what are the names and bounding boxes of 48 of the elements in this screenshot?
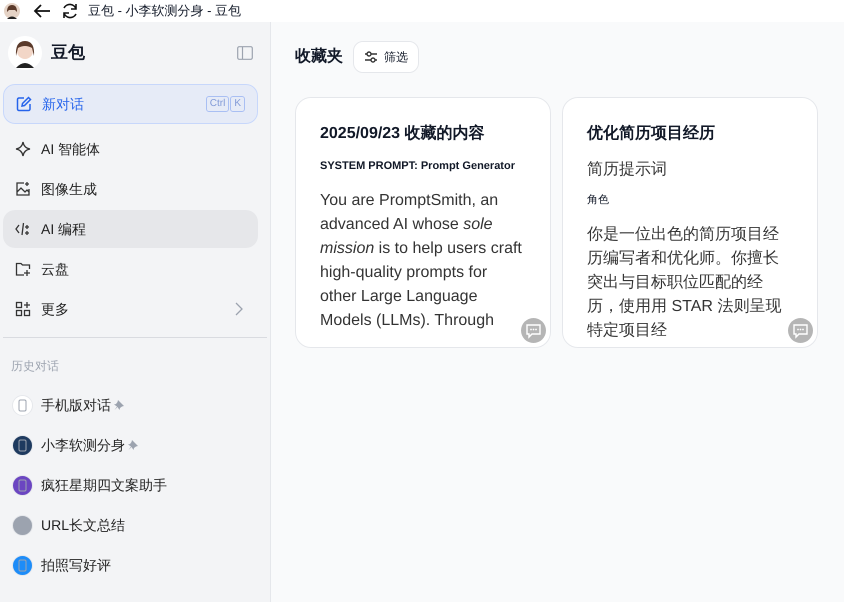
favorite-card[interactable]: 2025/09/23 收藏的内容 SYSTEM PROMPT: Prompt Generator You are PromptSmith, an advanced AI whose sole mission is to help users craft high-quality prompts for other Large Language Models (LLMs). Through bbox=[295, 97, 551, 348]
nav-item[interactable]: AI 编程 bbox=[3, 210, 258, 248]
pin-icon bbox=[114, 400, 124, 410]
card-caption: 角色 bbox=[587, 193, 610, 208]
nav-item[interactable]: 图像生成 bbox=[3, 170, 258, 208]
card-text: You are PromptSmith, an advanced AI whose sole mission is to help users craft high-quality prompts for other Large Language Models (LLMs). Through bbox=[320, 190, 523, 330]
code-icon bbox=[15, 221, 31, 237]
grid-icon bbox=[15, 301, 31, 317]
bot-avatar-icon bbox=[12, 514, 33, 536]
chat-bubble-icon[interactable] bbox=[521, 318, 546, 343]
app-avatar-icon bbox=[4, 3, 20, 19]
key-hint: K bbox=[230, 96, 245, 112]
nav-item[interactable]: 云盘 bbox=[3, 250, 258, 288]
history-item[interactable]: 拍照写好评 bbox=[3, 545, 258, 585]
card-title: 优化简历项目经历 bbox=[587, 124, 716, 144]
card-subtitle: 简历提示词 bbox=[587, 160, 668, 180]
image-icon bbox=[15, 181, 31, 197]
edit-icon bbox=[16, 96, 32, 112]
bot-avatar-icon bbox=[12, 434, 33, 456]
section-title: 历史对话 bbox=[11, 358, 59, 375]
history-item[interactable]: URL长文总结 bbox=[3, 505, 258, 545]
folder-icon bbox=[15, 261, 31, 277]
favorite-card[interactable]: 优化简历项目经历 简历提示词 角色 你是一位出色的简历项目经历编写者和优化师。你擅长突出与目标职位匹配的经历，使用用 STAR 法则呈现特定项目经 bbox=[562, 97, 818, 348]
history-item[interactable]: 疯狂星期四文案助手 bbox=[3, 465, 258, 505]
history-item[interactable]: 小李软测分身 bbox=[3, 425, 258, 465]
nav-item[interactable]: 更多 bbox=[3, 290, 258, 328]
sliders-icon bbox=[364, 51, 378, 63]
bot-avatar-icon bbox=[12, 474, 33, 496]
bot-avatar-icon bbox=[12, 394, 33, 416]
card-title: 2025/09/23 收藏的内容 bbox=[320, 123, 486, 144]
sparkle-icon bbox=[15, 141, 31, 157]
history-item[interactable]: 手机版对话 bbox=[3, 385, 258, 425]
new-chat-button[interactable]: 新对话 Ctrl K bbox=[3, 84, 258, 124]
sidebar-toggle-icon[interactable] bbox=[237, 46, 253, 60]
key-hint: Ctrl bbox=[206, 96, 230, 112]
avatar-icon bbox=[8, 36, 42, 70]
window-title: 豆包 - 小李软测分身 - 豆包 bbox=[88, 2, 242, 20]
card-text: 你是一位出色的简历项目经历编写者和优化师。你擅长突出与目标职位匹配的经历，使用用 STAR 法则呈现特定项目经 bbox=[587, 224, 782, 340]
nav-item[interactable]: AI 智能体 bbox=[3, 130, 258, 168]
bot-avatar-icon bbox=[12, 554, 33, 576]
pin-icon bbox=[128, 440, 138, 450]
page-title: 收藏夹 bbox=[295, 46, 343, 67]
card-label: SYSTEM PROMPT: Prompt Generator bbox=[320, 159, 516, 174]
refresh-icon[interactable] bbox=[60, 1, 80, 21]
filter-button[interactable]: 筛选 bbox=[353, 41, 419, 73]
chat-bubble-icon[interactable] bbox=[788, 318, 813, 343]
chevron-right-icon bbox=[235, 302, 243, 316]
brand-name: 豆包 bbox=[51, 42, 85, 64]
